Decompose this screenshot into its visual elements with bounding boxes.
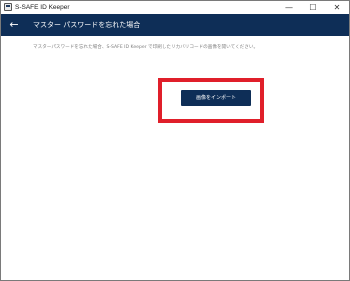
window-controls: — ☐ ✕	[277, 1, 349, 14]
instruction-text: マスターパスワードを忘れた場合、S-SAFE ID Keeper で印刷したリカ…	[33, 45, 259, 50]
minimize-button[interactable]: —	[277, 1, 301, 14]
page-header: ← マスター パスワードを忘れた場合	[1, 14, 349, 36]
window-title: S-SAFE ID Keeper	[15, 4, 70, 11]
app-window: S-SAFE ID Keeper — ☐ ✕ ← マスター パスワードを忘れた場…	[0, 0, 350, 281]
title-bar: S-SAFE ID Keeper — ☐ ✕	[1, 1, 349, 14]
app-icon	[4, 3, 12, 11]
maximize-button[interactable]: ☐	[301, 1, 325, 14]
import-image-button[interactable]: 画像をインポート	[181, 90, 251, 106]
close-button[interactable]: ✕	[325, 1, 349, 14]
page-title: マスター パスワードを忘れた場合	[33, 21, 141, 29]
back-arrow-icon[interactable]: ←	[6, 17, 22, 33]
